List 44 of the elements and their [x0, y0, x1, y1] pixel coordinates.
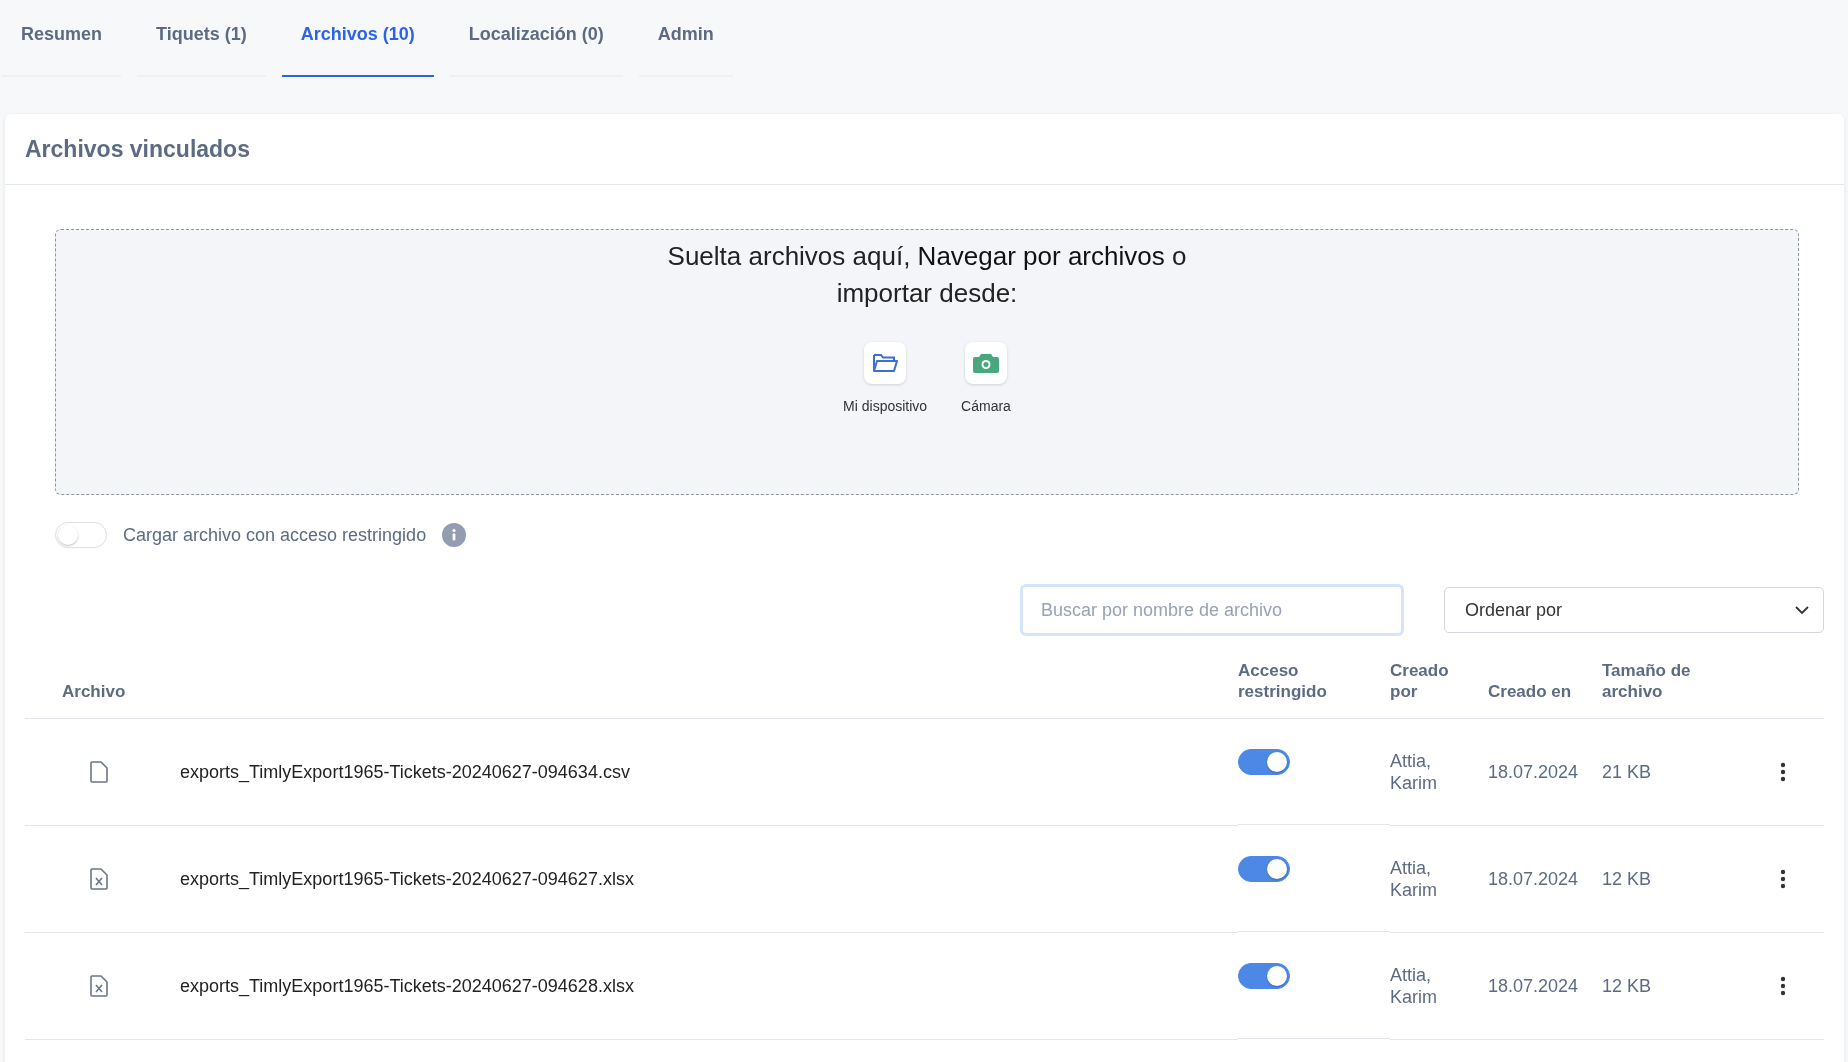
- tab[interactable]: Admin: [638, 0, 733, 77]
- column-header: Creado por: [1390, 660, 1450, 703]
- file-icon: [89, 761, 108, 783]
- camera-icon: [973, 352, 999, 374]
- column-header: Creado en: [1488, 681, 1573, 703]
- more-options-icon[interactable]: [1780, 869, 1786, 889]
- spreadsheet-file-icon: [89, 975, 108, 997]
- upload-source-button[interactable]: Mi dispositivo: [843, 342, 928, 414]
- more-options-icon[interactable]: [1780, 976, 1786, 996]
- toggle-switch[interactable]: [1238, 749, 1290, 775]
- tab[interactable]: Resumen: [2, 0, 122, 77]
- sort-dropdown[interactable]: Ordenar por: [1444, 587, 1824, 633]
- spreadsheet-file-icon: [89, 868, 108, 890]
- file-size: 12 KB: [1602, 975, 1652, 997]
- folder-icon: [872, 352, 899, 374]
- toggle-switch[interactable]: [1238, 856, 1290, 882]
- column-header: Acceso restringido: [1238, 660, 1328, 703]
- creator-name: Attia, Karim: [1390, 857, 1438, 901]
- created-date: 18.07.2024: [1488, 868, 1579, 890]
- file-name[interactable]: exports_TimlyExport1965-Tickets-20240627-094634.csv: [180, 761, 630, 783]
- toggle-switch[interactable]: [1238, 963, 1290, 989]
- more-options-icon[interactable]: [1780, 762, 1786, 782]
- creator-name: Attia, Karim: [1390, 750, 1438, 794]
- toggle-label: Cargar archivo con acceso restringido: [123, 524, 427, 546]
- file-name[interactable]: exports_TimlyExport1965-Tickets-20240627-094628.xlsx: [180, 975, 634, 997]
- file-size: 21 KB: [1602, 761, 1652, 783]
- upload-source-button[interactable]: Cámara: [961, 342, 1011, 414]
- created-date: 18.07.2024: [1488, 761, 1579, 783]
- creator-name: Attia, Karim: [1390, 964, 1438, 1008]
- drop-zone-text: Suelta archivos aquí, Navegar por archivos o importar desde:: [666, 240, 1188, 310]
- tab[interactable]: Archivos (10): [281, 0, 434, 77]
- info-icon[interactable]: [442, 523, 467, 547]
- browse-files-link[interactable]: Navegar por archivos: [917, 241, 1165, 271]
- column-header: Archivo: [61, 681, 127, 703]
- search-field[interactable]: Buscar por nombre de archivo: [1020, 584, 1404, 636]
- drop-zone[interactable]: Suelta archivos aquí, Navegar por archivos o importar desde: Mi dispositivo Cámara: [55, 229, 1799, 495]
- created-date: 18.07.2024: [1488, 975, 1579, 997]
- column-header: Tamaño de archivo: [1602, 660, 1692, 703]
- file-size: 12 KB: [1602, 868, 1652, 890]
- panel-title: Archivos vinculados: [25, 135, 250, 163]
- tab[interactable]: Localización (0): [449, 0, 623, 77]
- file-name[interactable]: exports_TimlyExport1965-Tickets-20240627-094627.xlsx: [180, 868, 634, 890]
- tab[interactable]: Tiquets (1): [137, 0, 266, 77]
- chevron-down-icon: [1795, 605, 1809, 615]
